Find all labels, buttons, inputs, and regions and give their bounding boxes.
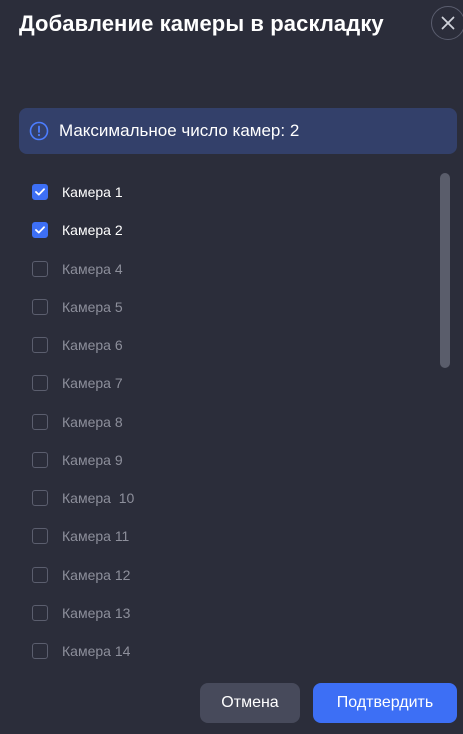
camera-list-item[interactable]: Камера 10 (32, 488, 134, 508)
checkmark-icon (35, 226, 45, 234)
camera-list-item[interactable]: Камера 2 (32, 220, 123, 240)
info-banner: Максимальное число камер: 2 (19, 108, 457, 154)
checkbox[interactable] (32, 528, 48, 545)
close-button[interactable] (431, 6, 463, 40)
camera-label: Камера 14 (62, 643, 131, 659)
camera-list-item[interactable]: Камера 9 (32, 450, 123, 470)
camera-label: Камера 7 (62, 375, 123, 392)
max-cameras-text: Максимальное число камер: 2 (59, 121, 300, 140)
confirm-button[interactable]: Подтвердить (313, 683, 457, 723)
cancel-button[interactable]: Отмена (200, 683, 300, 723)
camera-label: Камера 11 (62, 528, 130, 545)
checkbox[interactable] (32, 566, 48, 583)
camera-label: Камера 4 (62, 260, 123, 277)
camera-label: Камера 6 (62, 337, 123, 353)
checkbox[interactable] (32, 451, 48, 468)
checkbox[interactable] (32, 337, 48, 353)
checkbox-checked[interactable] (32, 184, 48, 200)
checkbox[interactable] (32, 413, 48, 430)
camera-label: Камера 5 (62, 298, 123, 315)
camera-list-item[interactable]: Камера 4 (32, 259, 123, 279)
camera-label: Камера 9 (62, 451, 123, 468)
camera-list-item[interactable]: Камера 6 (32, 335, 123, 355)
camera-label: Камера 1 (62, 184, 123, 200)
camera-list-item[interactable]: Камера 8 (32, 412, 123, 432)
camera-list: Камера 1 Камера 2 Камера 4 Камера 5 Камера 6… (19, 173, 434, 668)
camera-list-item[interactable]: Камера 1 (32, 182, 123, 202)
checkbox[interactable] (32, 643, 48, 659)
checkbox[interactable] (32, 298, 48, 315)
checkbox[interactable] (32, 604, 48, 621)
camera-list-item[interactable]: Камера 5 (32, 297, 123, 317)
checkbox[interactable] (32, 260, 48, 277)
checkbox[interactable] (32, 375, 48, 392)
camera-label: Камера 8 (62, 413, 123, 430)
add-camera-dialog: Добавление камеры в раскладку Максимальн… (0, 0, 463, 734)
camera-list-item[interactable]: Камера 12 (32, 565, 130, 585)
dialog-title: Добавление камеры в раскладку (19, 11, 384, 36)
info-icon (29, 121, 49, 141)
camera-label: Камера 13 (62, 604, 131, 621)
close-icon (441, 16, 455, 30)
camera-label: Камера 2 (62, 222, 123, 239)
camera-list-item[interactable]: Камера 14 (32, 641, 130, 661)
checkmark-icon (35, 188, 45, 196)
checkbox[interactable] (32, 490, 48, 506)
camera-list-item[interactable]: Камера 13 (32, 603, 130, 623)
scrollbar-thumb[interactable] (440, 173, 450, 368)
camera-list-item[interactable]: Камера 11 (32, 526, 129, 546)
checkbox-checked[interactable] (32, 222, 48, 239)
camera-label: Камера 12 (62, 566, 131, 583)
camera-list-item[interactable]: Камера 7 (32, 373, 123, 393)
camera-label: Камера 10 (62, 490, 135, 506)
